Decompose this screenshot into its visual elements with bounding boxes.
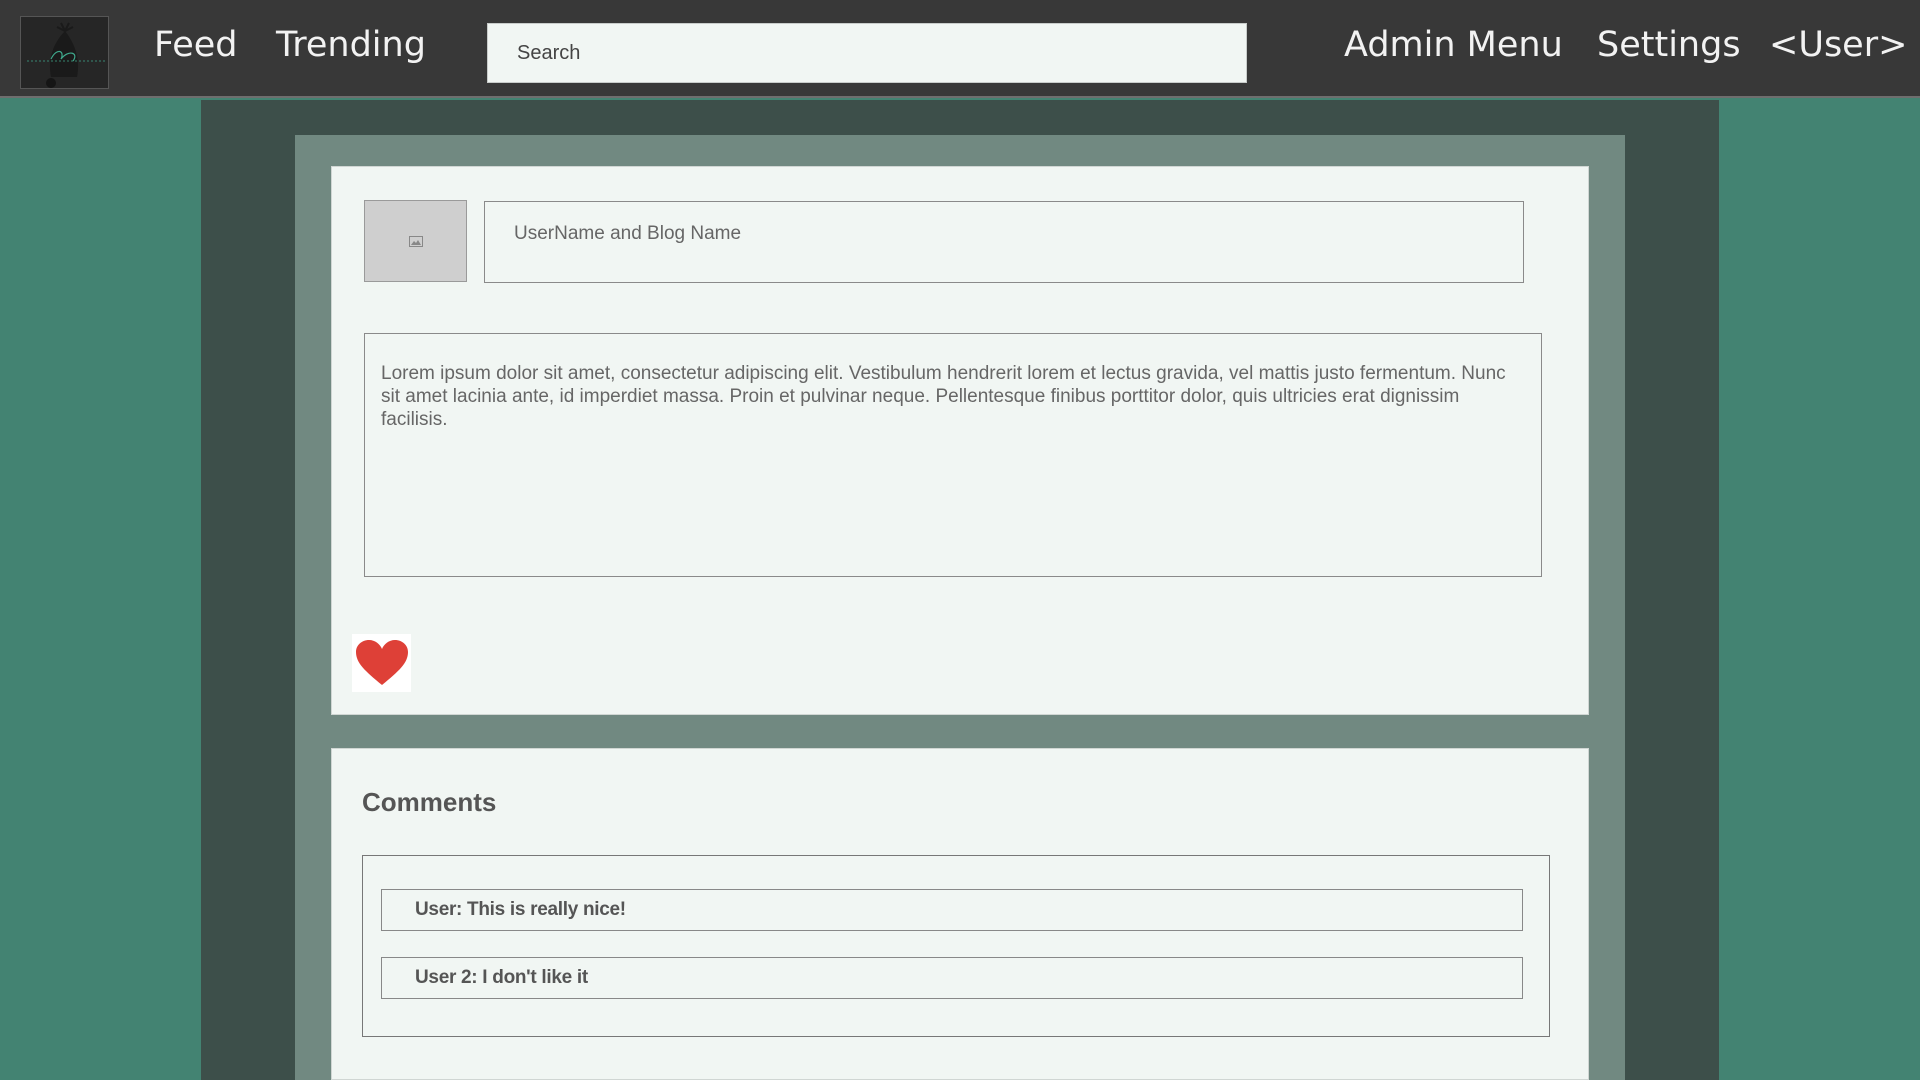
nav-trending-link[interactable]: Trending (276, 26, 426, 65)
like-button[interactable] (352, 634, 411, 692)
heart-icon (355, 640, 408, 685)
comments-list: User: This is really nice! User 2: I don… (362, 855, 1550, 1037)
avatar[interactable] (364, 200, 467, 282)
logo-image[interactable] (20, 16, 109, 89)
comments-heading: Comments (362, 787, 497, 817)
username-blog-name[interactable]: UserName and Blog Name (484, 201, 1524, 283)
post-card: UserName and Blog Name Lorem ipsum dolor… (331, 166, 1589, 715)
image-placeholder-icon (408, 235, 423, 247)
nav-settings-link[interactable]: Settings (1597, 26, 1741, 65)
nav-feed-link[interactable]: Feed (154, 26, 238, 65)
top-navigation-bar: Feed Trending Admin Menu Settings <User> (0, 0, 1920, 98)
nav-admin-menu-link[interactable]: Admin Menu (1344, 26, 1563, 65)
comment-item[interactable]: User 2: I don't like it (381, 957, 1523, 999)
comments-card: Comments User: This is really nice! User… (331, 748, 1589, 1080)
comment-item[interactable]: User: This is really nice! (381, 889, 1523, 931)
search-input[interactable] (487, 23, 1247, 83)
logo-graphic (21, 17, 108, 88)
nav-user-link[interactable]: <User> (1769, 26, 1907, 65)
post-body-text: Lorem ipsum dolor sit amet, consectetur … (364, 333, 1542, 577)
